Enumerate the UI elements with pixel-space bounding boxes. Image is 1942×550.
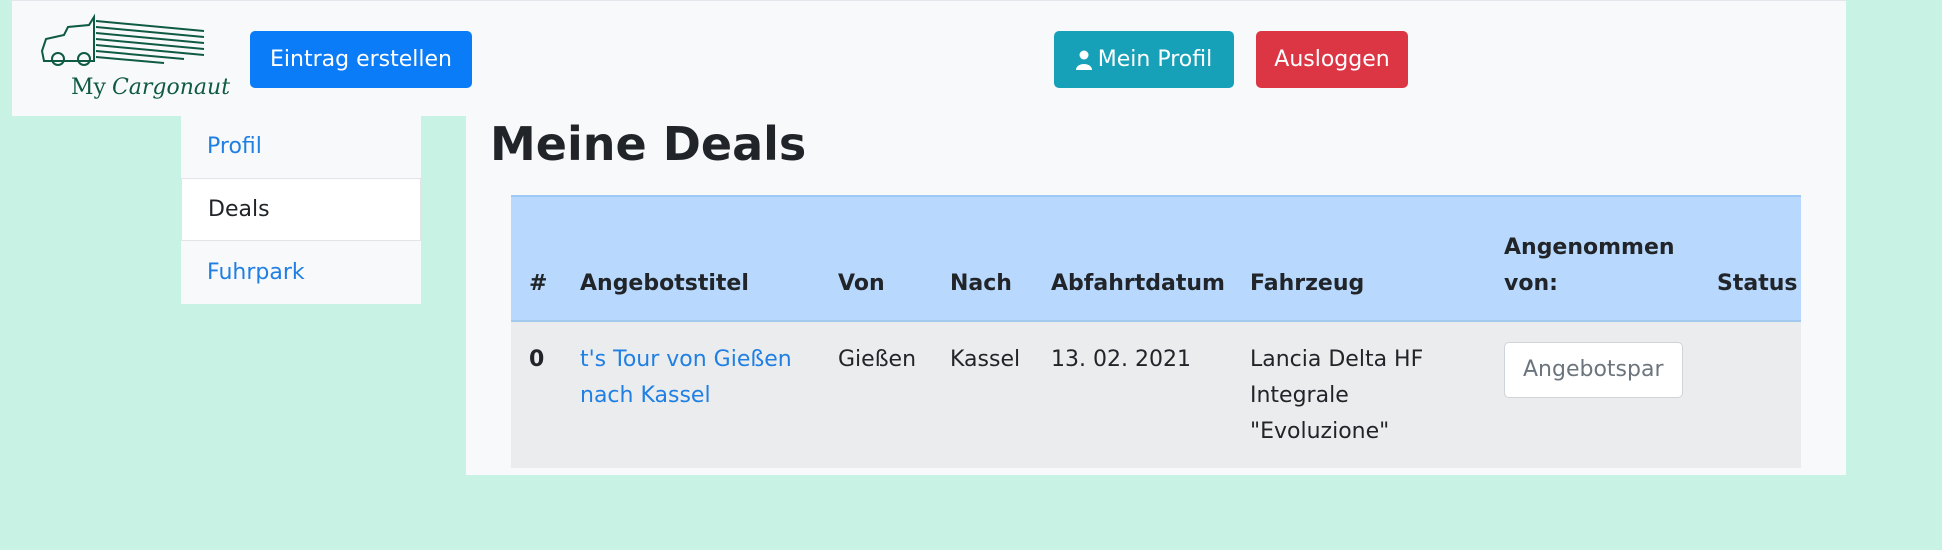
column-header-status: Status [1699, 196, 1801, 322]
create-entry-button[interactable]: Eintrag erstellen [250, 31, 472, 88]
column-header-index: # [511, 196, 562, 322]
table-row: 0 t's Tour von Gießen nach Kassel Gießen… [511, 321, 1801, 468]
deals-table: # Angebotstitel Von Nach Abfahrtdatum Fa… [511, 195, 1801, 468]
accepted-by-button[interactable]: Angebotspar [1504, 342, 1683, 398]
sidebar: Profil Deals Fuhrpark [181, 115, 421, 304]
column-header-accepted-by: Angenommen von: [1486, 196, 1699, 322]
row-date: 13. 02. 2021 [1051, 347, 1191, 372]
row-title-cell: t's Tour von Gießen nach Kassel [562, 321, 820, 468]
logo-text: My Cargonaut [71, 75, 231, 100]
main-panel: Meine Deals # Angebotstitel Von Nach Abf… [466, 115, 1846, 475]
page-title: Meine Deals [490, 117, 807, 171]
table-header-row: # Angebotstitel Von Nach Abfahrtdatum Fa… [511, 196, 1801, 322]
create-entry-label: Eintrag erstellen [270, 47, 452, 72]
row-vehicle: Lancia Delta HF Integrale "Evoluzione" [1250, 347, 1424, 444]
sidebar-item-label: Deals [208, 197, 270, 222]
column-header-vehicle: Fahrzeug [1232, 196, 1486, 322]
row-index: 0 [529, 347, 545, 372]
sidebar-item-profil[interactable]: Profil [181, 115, 421, 178]
sidebar-item-label: Profil [207, 134, 262, 159]
truck-icon [40, 13, 205, 66]
column-header-date: Abfahrtdatum [1033, 196, 1232, 322]
cargonaut-logo[interactable]: My Cargonaut [34, 13, 234, 100]
my-profile-label: Mein Profil [1097, 47, 1213, 72]
row-to: Kassel [950, 347, 1021, 372]
sidebar-item-fuhrpark[interactable]: Fuhrpark [181, 241, 421, 304]
navbar: My Cargonaut Eintrag erstellen Mein Profi… [12, 0, 1846, 116]
deal-title-link[interactable]: t's Tour von Gießen nach Kassel [580, 347, 792, 408]
column-header-title: Angebotstitel [562, 196, 820, 322]
column-header-from: Von [820, 196, 932, 322]
row-status [1699, 321, 1801, 468]
row-from: Gießen [838, 347, 917, 372]
sidebar-item-label: Fuhrpark [207, 260, 305, 285]
row-accepted-by-cell: Angebotspar [1486, 321, 1699, 468]
column-header-to: Nach [932, 196, 1033, 322]
logout-button[interactable]: Ausloggen [1256, 31, 1408, 88]
sidebar-item-deals[interactable]: Deals [181, 178, 421, 241]
my-profile-button[interactable]: Mein Profil [1054, 31, 1234, 88]
user-icon [1075, 50, 1092, 70]
logout-label: Ausloggen [1274, 47, 1390, 72]
